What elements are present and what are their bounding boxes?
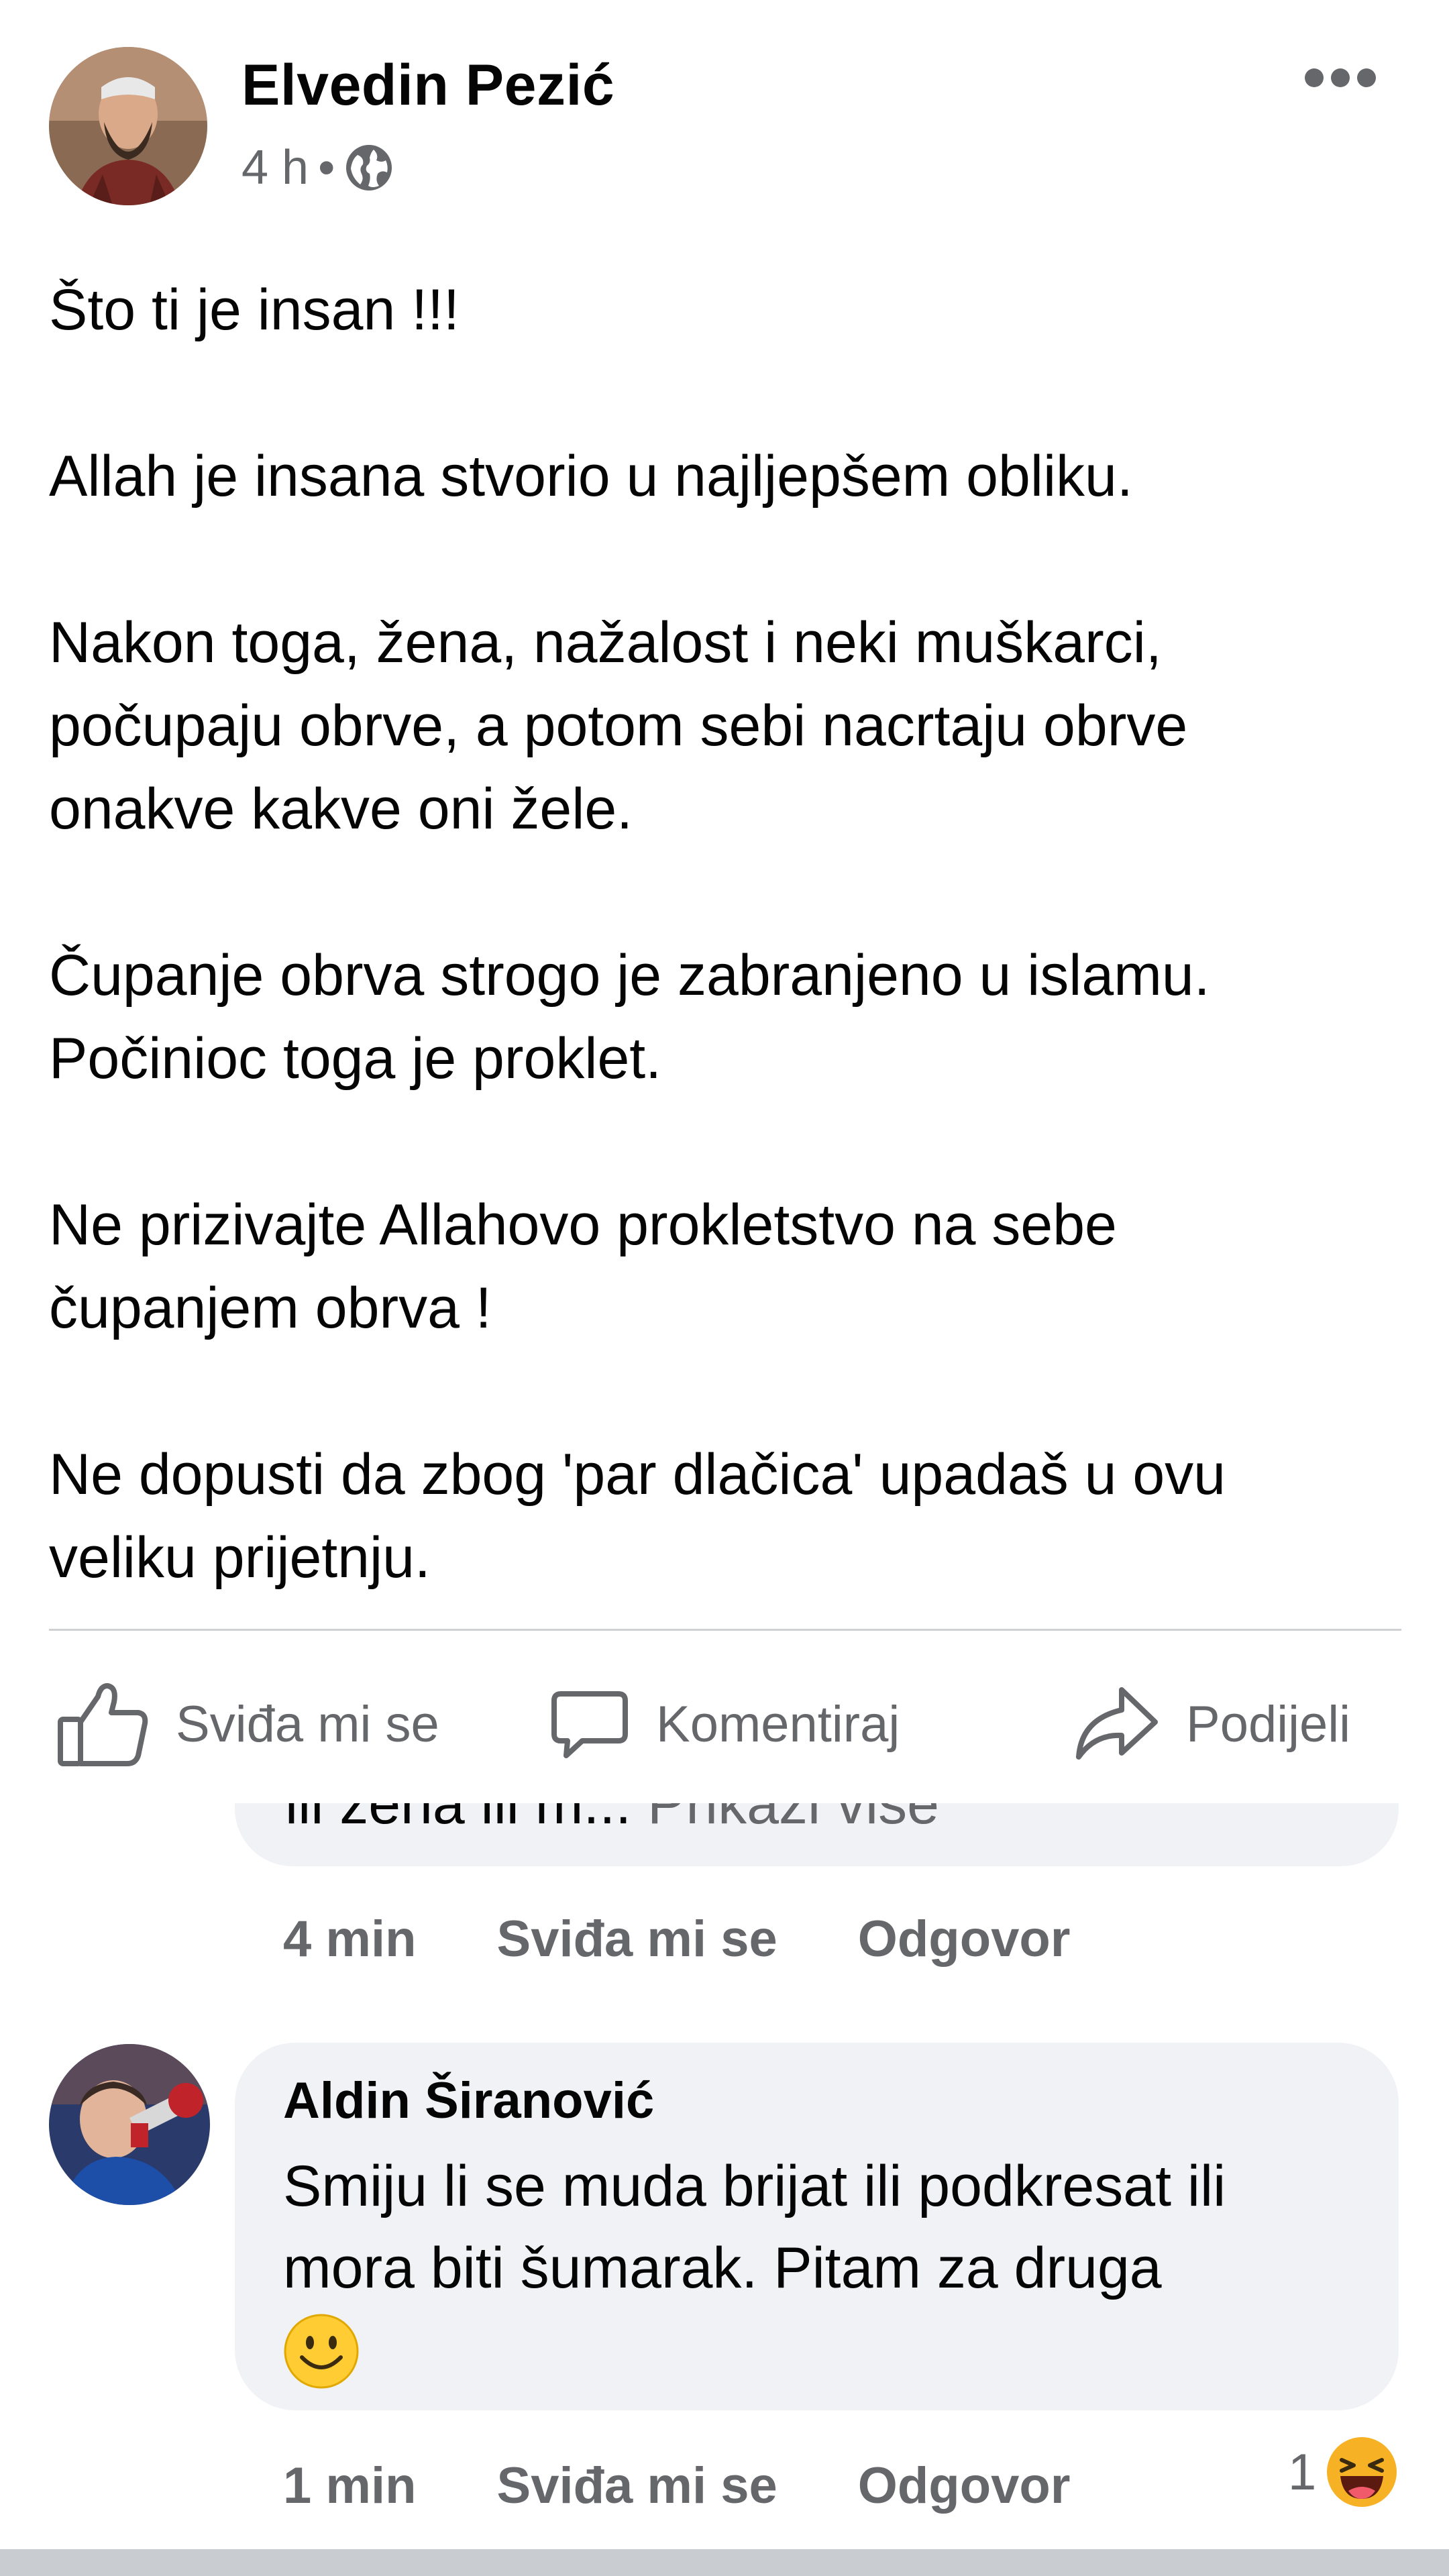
like-button[interactable]: Sviđa mi se [55, 1677, 439, 1771]
comment-button[interactable]: Komentiraj [549, 1677, 900, 1771]
share-label: Podijeli [1186, 1695, 1351, 1753]
laughing-reaction-icon [1327, 2437, 1397, 2507]
comment-author[interactable]: Aldin Širanović [283, 2072, 654, 2130]
comment-reaction[interactable]: 1 [1288, 2432, 1398, 2512]
comment-like-link[interactable]: Sviđa mi se [497, 1910, 777, 1968]
globe-icon [346, 145, 392, 191]
bottom-bar [0, 2549, 1449, 2576]
comment-time: 4 min [283, 1910, 417, 1968]
share-icon [1076, 1687, 1158, 1760]
post-paragraph: Što ti je insan !!! [49, 278, 460, 342]
like-label: Sviđa mi se [176, 1695, 439, 1753]
avatar-image [49, 2044, 210, 2205]
comment-time: 1 min [283, 2457, 417, 2514]
comment-meta-row: 4 min Sviđa mi se Odgovor [283, 1905, 1070, 1972]
post-paragraph: Ne prizivajte Allahovo prokletstvo na se… [49, 1193, 1117, 1340]
comment-meta-row: 1 min Sviđa mi se Odgovor [283, 2452, 1070, 2519]
comment-text: Smiju li se muda brijat ili podkresat il… [283, 2154, 1226, 2300]
smiling-face-icon [284, 2314, 359, 2389]
comment-reply-link[interactable]: Odgovor [858, 2457, 1071, 2515]
avatar-image [49, 47, 207, 205]
post-meta: 4 h • [241, 134, 394, 201]
thumbs-up-icon [58, 1683, 148, 1766]
post-divider [49, 1629, 1401, 1631]
meta-separator: • [318, 141, 335, 195]
post-paragraph: Čupanje obrva strogo je zabranjeno u isl… [49, 943, 1210, 1091]
more-dots-icon[interactable] [1305, 66, 1376, 90]
comment-reply-link[interactable]: Odgovor [858, 1910, 1071, 1968]
post-author-name[interactable]: Elvedin Pezić [241, 52, 614, 119]
post-paragraph: Ne dopusti da zbog 'par dlačica' upadaš … [49, 1442, 1226, 1590]
comment-like-link[interactable]: Sviđa mi se [497, 2457, 777, 2515]
post-paragraph: Nakon toga, žena, nažalost i neki muškar… [49, 610, 1188, 841]
post-author-avatar[interactable] [49, 47, 207, 205]
post-time[interactable]: 4 h [241, 140, 309, 195]
share-button[interactable]: Podijeli [1072, 1677, 1350, 1771]
commenter-avatar[interactable] [49, 2044, 210, 2205]
post-paragraph: Allah je insana stvorio u najljepšem obl… [49, 444, 1133, 508]
comment-label: Komentiraj [656, 1695, 900, 1753]
post-body: Što ti je insan !!! Allah je insana stvo… [49, 268, 1404, 1599]
comment-icon [551, 1691, 628, 1758]
reaction-count: 1 [1288, 2443, 1317, 2501]
